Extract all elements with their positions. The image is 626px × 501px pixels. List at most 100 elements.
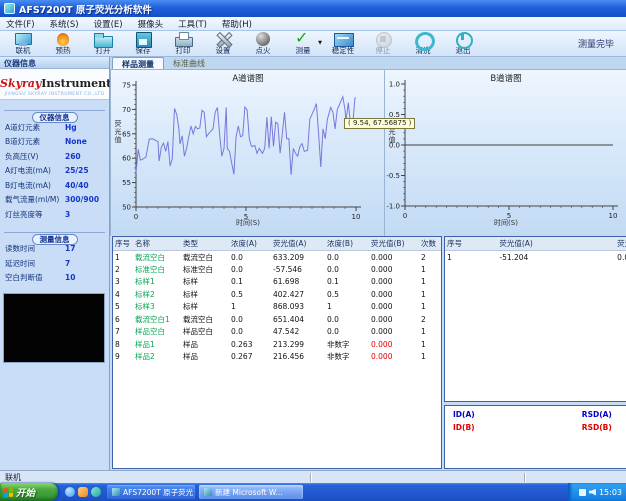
start-button[interactable]: 开始 [0,483,58,501]
status-bar: 联机 [0,470,626,483]
section-title: 仪器信息 [32,112,78,123]
table-cell: 1 [419,276,442,289]
section-title: 测量信息 [32,234,78,245]
channel-b-plot[interactable]: -1.0-0.50.00.51.00510 [386,70,626,236]
taskbar: 开始 AFS7200T 原子荧光新建 Microsoft W... 15:03 [0,483,626,501]
quick-launch-app-icon[interactable] [78,487,88,497]
dropdown-arrow-icon[interactable]: ▼ [318,40,322,46]
table-row[interactable]: 2标准空白标准空白0.0-57.5460.00.0001 [113,263,442,276]
statusbar-divider [310,473,312,482]
table-row[interactable]: 4标样2标样0.5402.4270.50.0001 [113,288,442,301]
toolbar: 联机预热打开保存打印设置点火测量▼稳定性停止清洗退出测量完毕 [0,31,626,57]
toolbar-button-stability[interactable]: 稳定性 [323,31,363,56]
toolbar-button-print[interactable]: 打印 [163,31,203,56]
preheat-icon [52,32,74,46]
menu-item-2[interactable]: 设置(E) [94,18,123,30]
table-row[interactable]: 7样品空白样品空白0.047.5420.00.0001 [113,326,442,339]
statistics-panel: ID(A)RSD(A)ID(B)RSD(B) [444,405,626,469]
sample-table-panel: 序号名称类型浓度(A)荧光值(A)浓度(B)荧光值(B)次数1载流空白载流空白0… [112,236,442,469]
table-cell: 0.000 [369,288,419,301]
stat-label: ID(A) [453,410,582,419]
toolbar-button-ignite[interactable]: 点火 [243,31,283,56]
info-label: 负高压(V) [5,151,65,162]
tray-volume-icon[interactable] [589,489,596,496]
logo-brand-secondary: Instrument [41,77,111,90]
svg-text:60: 60 [122,155,131,163]
window-title: AFS7200T 原子荧光分析软件 [19,2,152,16]
taskbar-window-1[interactable]: 新建 Microsoft W... [199,485,303,499]
channel-a-chart[interactable]: A道谱图 荧光值 5055606570750510 时间(S) [112,70,385,236]
column-header[interactable]: 类型 [181,237,229,251]
table-row[interactable]: 1-51.2040.000 [445,251,626,264]
column-header[interactable]: 荧光值(B) [369,237,419,251]
stats-row: ID(B)RSD(B) [445,419,626,432]
toolbar-button-preheat[interactable]: 预热 [43,31,83,56]
menu-item-5[interactable]: 帮助(H) [222,18,252,30]
stat-label: RSD(B) [582,423,626,432]
table-row[interactable]: 6载流空白1载流空白0.0651.4040.00.0002 [113,313,442,326]
table-cell: 标样2 [133,288,181,301]
connection-status: 联机 [5,472,21,483]
taskbar-window-0[interactable]: AFS7200T 原子荧光 [107,485,195,499]
info-label: 灯丝亮度等 [5,209,65,220]
tray-network-icon[interactable] [579,489,586,496]
channel-a-plot[interactable]: 5055606570750510 [112,70,385,236]
table-cell: 0.0 [229,263,271,276]
quick-launch-bar [65,487,101,497]
table-cell: 载流空白1 [133,313,181,326]
tab-1[interactable]: 标准曲线 [164,57,214,69]
table-row[interactable]: 9样品2样品0.267216.456非数字0.0001 [113,351,442,364]
table-cell: 0.000 [615,251,626,264]
menu-item-1[interactable]: 系统(S) [50,18,79,30]
table-cell: 0.5 [325,288,369,301]
column-header[interactable]: 荧光值(A) [497,237,615,251]
toolbar-button-connect[interactable]: 联机 [3,31,43,56]
channel-b-chart[interactable]: B道谱图 荧光值 -1.0-0.50.00.51.00510 时间(S) [386,70,626,236]
toolbar-button-save[interactable]: 保存 [123,31,163,56]
column-header[interactable]: 荧光值(A) [271,237,325,251]
table-row[interactable]: 5标样3标样1868.09310.0001 [113,301,442,314]
table-cell: 0.0 [229,326,271,339]
clock: 15:03 [599,488,622,497]
stat-label: RSD(A) [582,410,626,419]
menu-item-3[interactable]: 摄像头 [138,18,164,30]
info-label: A道灯元素 [5,122,65,133]
table-row[interactable]: 1载流空白载流空白0.0633.2090.00.0002 [113,251,442,264]
charts-area: A道谱图 荧光值 5055606570750510 时间(S) B道谱图 荧光值… [110,70,626,236]
column-header[interactable]: 序号 [113,237,133,251]
column-header[interactable]: 次数 [419,237,442,251]
info-value: 3 [65,210,70,219]
info-value: Hg [65,123,77,132]
column-header[interactable]: 序号 [445,237,497,251]
table-cell: 标样1 [133,276,181,289]
toolbar-button-measure[interactable]: 测量▼ [283,31,323,56]
tab-0[interactable]: 样品测量 [112,57,164,69]
toolbar-button-settings[interactable]: 设置 [203,31,243,56]
measure-icon [292,32,314,46]
table-row[interactable]: 8样品1样品0.263213.299非数字0.0001 [113,338,442,351]
column-header[interactable]: 名称 [133,237,181,251]
table-cell: 载流空白 [133,251,181,264]
svg-text:55: 55 [122,179,131,187]
table-row[interactable]: 3标样1标样0.161.6980.10.0001 [113,276,442,289]
info-label: 载气流量(ml/M) [5,194,65,205]
toolbar-button-open[interactable]: 打开 [83,31,123,56]
table-cell: 标样3 [133,301,181,314]
menu-item-4[interactable]: 工具(T) [178,18,207,30]
info-value: None [65,137,87,146]
menu-item-0[interactable]: 文件(F) [6,18,35,30]
info-row: 载气流量(ml/M)300/900 [5,193,105,208]
table-cell: 1 [419,338,442,351]
column-header[interactable]: 荧光值(B) [615,237,626,251]
table-cell: 402.427 [271,288,325,301]
quick-launch-browser-icon[interactable] [65,487,75,497]
table-cell: 非数字 [325,351,369,364]
toolbar-button-label: 稳定性 [332,47,355,55]
start-button-label: 开始 [16,485,35,499]
table-cell: 标样 [181,301,229,314]
quick-launch-desktop-icon[interactable] [91,487,101,497]
toolbar-button-clean[interactable]: 清洗 [403,31,443,56]
column-header[interactable]: 浓度(A) [229,237,271,251]
toolbar-button-exit[interactable]: 退出 [443,31,483,56]
column-header[interactable]: 浓度(B) [325,237,369,251]
